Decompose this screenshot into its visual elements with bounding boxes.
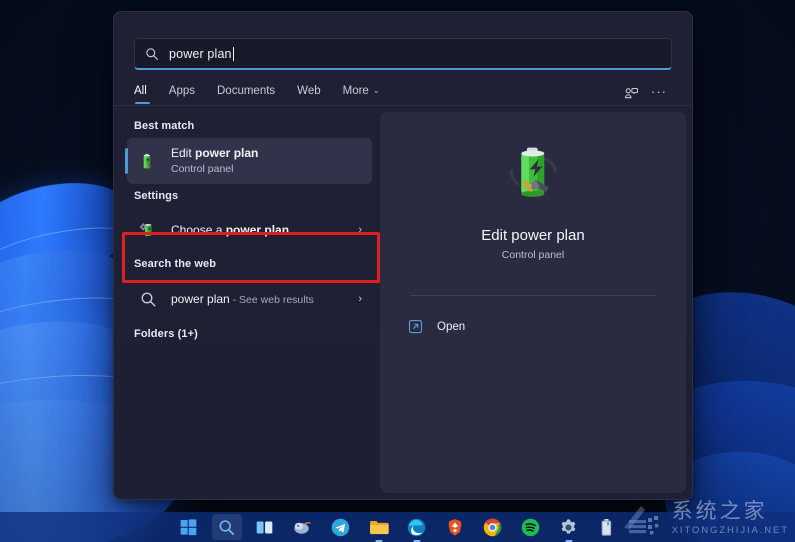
tab-documents[interactable]: Documents — [217, 83, 275, 105]
settings-power-icon — [137, 219, 159, 241]
edge-icon — [407, 518, 426, 536]
search-icon — [137, 288, 159, 310]
web-result-suffix: - See web results — [229, 293, 314, 306]
settings-app[interactable] — [554, 514, 584, 542]
search-input-value: power plan — [169, 46, 232, 61]
result-title-match: power plan — [195, 146, 259, 160]
section-header-best-match: Best match — [134, 120, 195, 132]
tab-all[interactable]: All — [134, 83, 150, 105]
web-result-query: power plan — [171, 291, 230, 306]
open-button[interactable]: Open — [402, 308, 664, 345]
brave-browser-app[interactable] — [440, 514, 470, 540]
edge-browser-app[interactable] — [402, 514, 432, 542]
battery-icon — [601, 518, 612, 536]
folder-icon — [369, 520, 389, 534]
section-header-search-the-web: Search the web — [134, 258, 217, 270]
brave-icon — [447, 518, 462, 536]
preview-title: Edit power plan — [481, 227, 585, 244]
widgets-button[interactable] — [288, 514, 318, 540]
preview-subtitle: Control panel — [501, 249, 565, 261]
filter-tab-row: All Apps Documents Web More ⌄ ··· — [114, 70, 692, 105]
result-text-block: Edit power plan Control panel — [171, 146, 362, 176]
feedback-button[interactable] — [618, 83, 644, 105]
widgets-icon — [294, 521, 311, 534]
battery-app[interactable] — [592, 514, 622, 540]
task-view-icon — [256, 521, 273, 533]
tab-apps[interactable]: Apps — [169, 83, 195, 105]
result-title: Edit power plan — [171, 146, 362, 161]
battery-power-icon — [137, 150, 159, 172]
open-label: Open — [437, 320, 466, 333]
result-text-block: power plan - See web results — [171, 291, 352, 308]
telegram-app[interactable] — [326, 514, 356, 540]
more-options-icon: ··· — [651, 84, 667, 99]
task-view-button[interactable] — [250, 514, 280, 540]
result-row-edit-power-plan[interactable]: Edit power plan Control panel — [125, 138, 372, 184]
open-external-icon — [408, 319, 423, 334]
results-list: Best match Edit power plan Control panel… — [114, 106, 380, 499]
telegram-icon — [331, 518, 350, 536]
result-row-choose-power-plan[interactable]: Choose a power plan › — [127, 208, 372, 252]
tab-more-label: More — [342, 85, 369, 97]
search-icon — [146, 47, 158, 60]
result-row-web-search[interactable]: power plan - See web results › — [127, 276, 372, 322]
tab-all-label: All — [134, 85, 147, 97]
chevron-down-icon: ⌄ — [372, 86, 380, 95]
result-title-prefix: Edit — [171, 146, 196, 160]
more-options-button[interactable]: ··· — [646, 83, 672, 105]
tab-web-label: Web — [297, 85, 321, 97]
file-explorer-app[interactable] — [364, 514, 394, 542]
taskbar — [0, 512, 795, 542]
preview-pane: Edit power plan Control panel Open — [380, 112, 686, 493]
feedback-icon — [624, 87, 638, 98]
taskbar-search[interactable] — [211, 514, 242, 540]
text-caret — [232, 46, 234, 61]
windows-logo-icon — [180, 518, 197, 535]
chevron-right-icon: › — [358, 293, 362, 305]
preview-divider — [410, 295, 656, 296]
spotify-app[interactable] — [516, 514, 546, 540]
spotify-icon — [521, 518, 540, 536]
gear-icon — [561, 518, 576, 534]
result-text-block: Choose a power plan — [171, 223, 352, 238]
battery-power-icon — [502, 140, 564, 211]
desktop: power plan All Apps Documents Web More ⌄ … — [0, 0, 795, 542]
tab-more[interactable]: More ⌄ — [343, 83, 380, 105]
tab-web[interactable]: Web — [297, 83, 320, 105]
section-header-folders: Folders (1+) — [134, 328, 198, 340]
result-title-prefix: Choose a — [171, 222, 226, 237]
result-title: Choose a power plan — [171, 223, 352, 238]
panel-body: Best match Edit power plan Control panel… — [114, 106, 692, 499]
result-title-match: power plan — [225, 222, 290, 237]
tab-apps-label: Apps — [168, 85, 195, 97]
section-header-settings: Settings — [134, 190, 179, 202]
web-result-title: power plan - See web results — [171, 291, 352, 308]
chrome-browser-app[interactable] — [478, 514, 508, 540]
result-subtitle: Control panel — [171, 163, 234, 175]
search-box-container: power plan — [114, 12, 692, 70]
search-flyout-panel: power plan All Apps Documents Web More ⌄ … — [113, 11, 693, 500]
tab-documents-label: Documents — [217, 85, 276, 97]
chrome-icon — [483, 518, 502, 536]
start-button[interactable] — [174, 514, 204, 540]
search-icon — [219, 519, 234, 535]
chevron-right-icon: › — [358, 224, 362, 236]
search-input[interactable]: power plan — [134, 38, 672, 70]
